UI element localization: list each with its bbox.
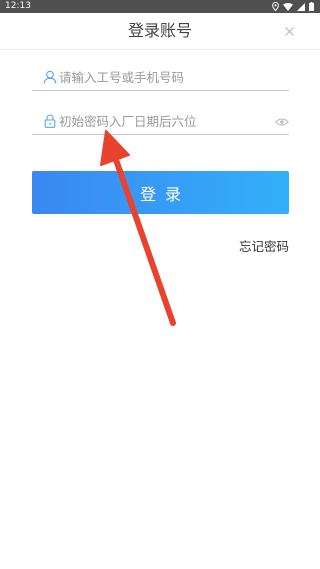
status-bar: 12:13 [0,0,320,13]
location-icon [272,2,279,11]
account-input[interactable] [59,66,259,88]
password-field [32,110,289,135]
forgot-password-link[interactable]: 忘记密码 [239,236,289,255]
login-button[interactable]: 登录 [32,171,289,214]
lock-icon [44,114,56,128]
battery-icon [309,2,314,11]
status-icons [272,1,314,12]
account-field [32,66,289,91]
eye-icon[interactable] [275,116,289,128]
close-button[interactable] [280,22,298,40]
user-icon [43,70,57,84]
page-title: 登录账号 [127,21,192,40]
password-input[interactable] [59,110,259,132]
signal-icon [297,2,305,11]
header: 登录账号 [0,13,320,50]
wifi-icon [283,2,293,11]
status-time: 12:13 [5,1,31,11]
close-icon [284,26,294,36]
